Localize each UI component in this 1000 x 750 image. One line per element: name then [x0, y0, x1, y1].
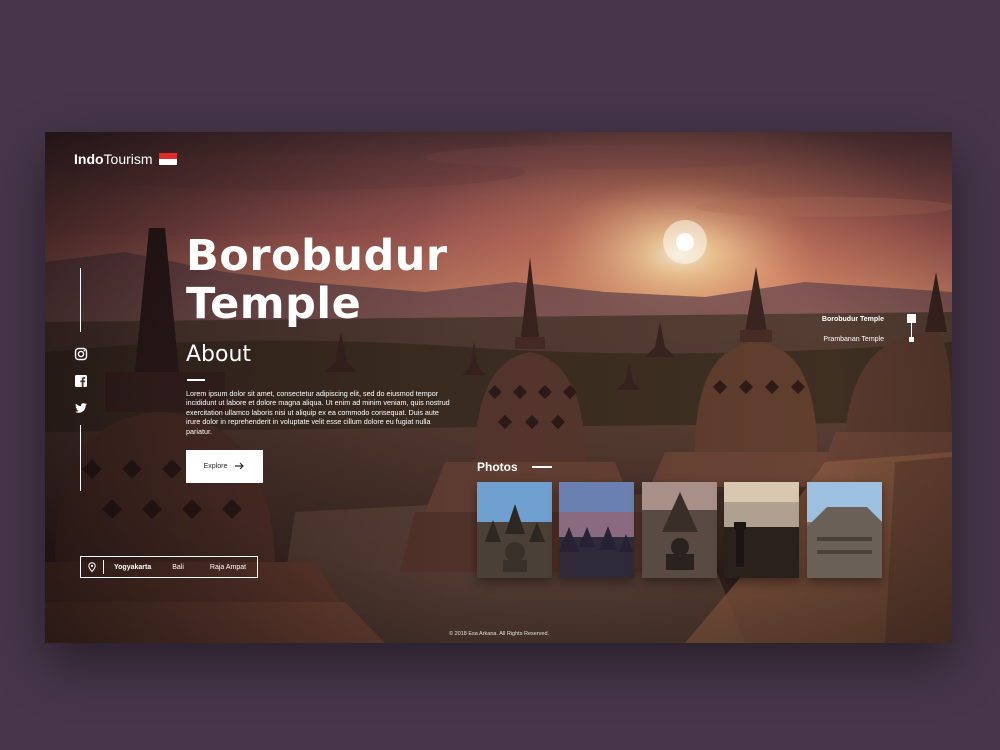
explore-button[interactable]: Explore — [186, 450, 263, 483]
about-underline — [187, 379, 205, 381]
copyright-text: © 2018 Esa Arkana. All Rights Reserved. — [449, 631, 550, 637]
explore-button-label: Explore — [203, 463, 228, 470]
region-tab-yogyakarta[interactable]: Yogyakarta — [114, 564, 151, 571]
photo-thumbnail-3[interactable] — [642, 482, 717, 578]
brand-logo[interactable]: IndoTourism — [74, 151, 177, 167]
region-selector: Yogyakarta Bali Raja Ampat — [80, 556, 258, 578]
photo-thumbnail-4[interactable] — [724, 482, 799, 578]
about-description: Lorem ipsum dolor sit amet, consectetur … — [186, 389, 450, 436]
hero-card: IndoTourism Borobudur Temple About Lorem… — [45, 132, 952, 643]
photos-heading: Photos — [477, 460, 518, 474]
social-divider-top — [80, 268, 81, 332]
indonesia-flag-icon — [158, 153, 177, 165]
region-tab-raja-ampat[interactable]: Raja Ampat — [210, 564, 246, 571]
temple-nav-item-borobudur[interactable]: Borobudur Temple — [822, 316, 884, 323]
location-pin-icon — [81, 560, 104, 574]
temple-nav-active-marker — [907, 314, 916, 323]
temple-nav-item-prambanan[interactable]: Prambanan Temple — [823, 336, 884, 343]
brand-name-bold: Indo — [74, 151, 104, 167]
about-heading: About — [186, 342, 252, 367]
social-divider-bottom — [80, 425, 81, 491]
hero-title-line2: Temple — [186, 279, 362, 329]
brand-name-regular: Tourism — [103, 151, 153, 167]
hero-title: Borobudur Temple — [186, 232, 448, 328]
facebook-icon[interactable] — [74, 374, 88, 388]
twitter-icon[interactable] — [74, 401, 88, 415]
instagram-icon[interactable] — [74, 347, 88, 361]
photo-thumbnail-5[interactable] — [807, 482, 882, 578]
temple-nav-connector — [911, 323, 912, 337]
photos-underline — [532, 466, 552, 468]
region-tab-bali[interactable]: Bali — [172, 564, 184, 571]
arrow-right-icon — [235, 462, 245, 472]
photo-thumbnail-1[interactable] — [477, 482, 552, 578]
photo-thumbnail-2[interactable] — [559, 482, 634, 578]
temple-nav-inactive-marker — [909, 337, 914, 342]
hero-title-line1: Borobudur — [186, 231, 448, 281]
